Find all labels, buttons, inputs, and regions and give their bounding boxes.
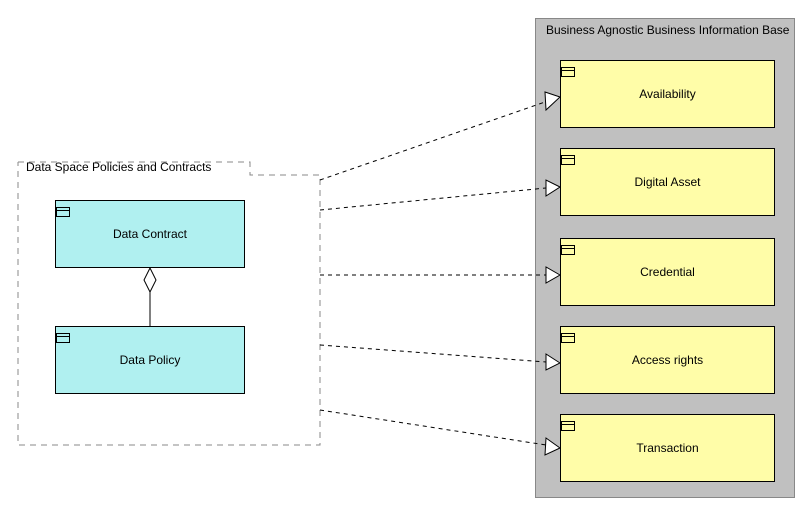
element-label: Digital Asset [634,175,700,189]
business-object-icon [561,333,575,343]
element-digital-asset: Digital Asset [560,148,775,216]
element-data-policy: Data Policy [55,326,245,394]
element-label: Access rights [632,353,703,367]
element-credential: Credential [560,238,775,306]
element-label: Credential [640,265,695,279]
element-label: Data Contract [113,227,187,241]
business-object-icon [561,245,575,255]
element-label: Availability [639,87,695,101]
business-object-icon [561,67,575,77]
element-data-contract: Data Contract [55,200,245,268]
business-object-icon [561,421,575,431]
business-object-icon [56,333,70,343]
left-group-title: Data Space Policies and Contracts [26,160,211,174]
element-access-rights: Access rights [560,326,775,394]
business-object-icon [561,155,575,165]
element-availability: Availability [560,60,775,128]
element-label: Transaction [636,441,698,455]
business-object-icon [56,207,70,217]
element-transaction: Transaction [560,414,775,482]
element-label: Data Policy [120,353,181,367]
